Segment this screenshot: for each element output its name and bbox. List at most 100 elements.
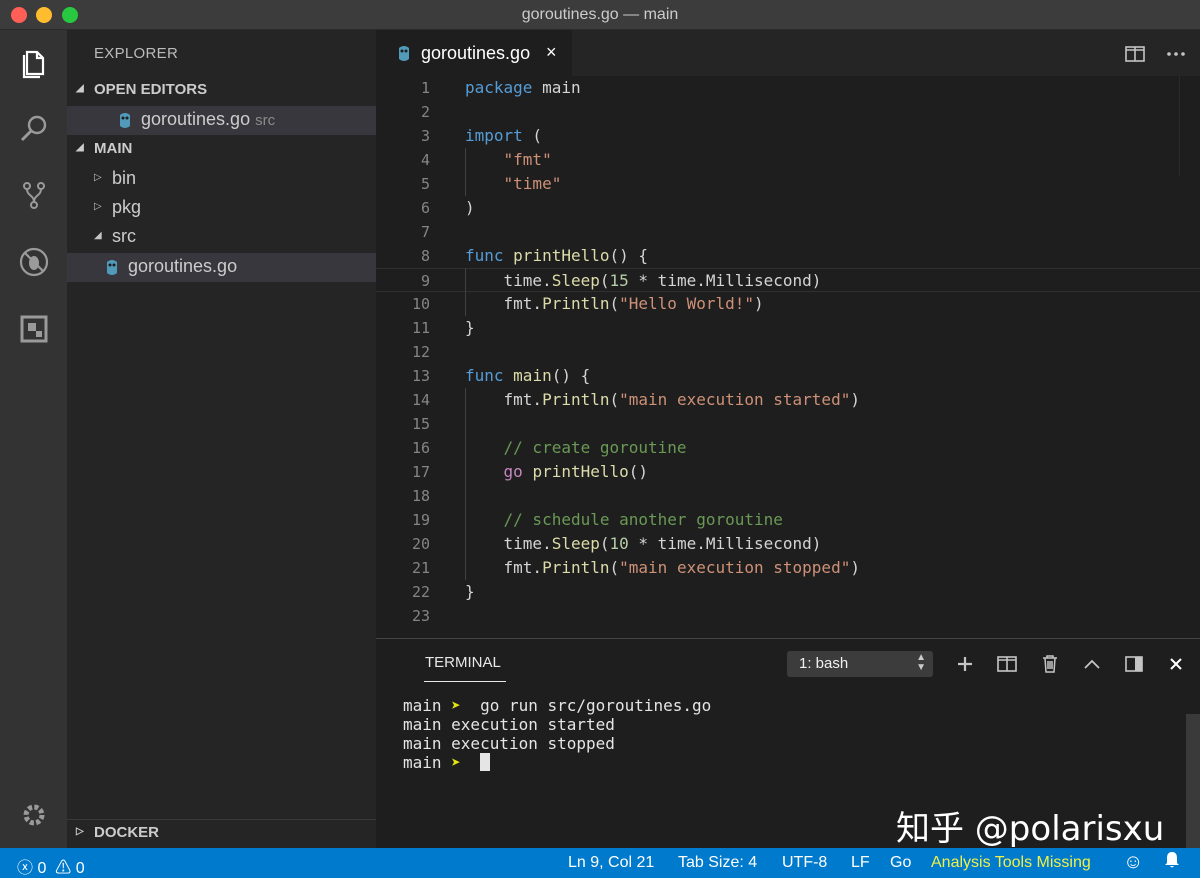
open-editor-folder: src <box>255 112 276 129</box>
tab-goroutines[interactable]: goroutines.go × <box>376 30 572 76</box>
code-line[interactable]: 17 go printHello() <box>376 460 1200 484</box>
code-line[interactable]: 14 fmt.Println("main execution started") <box>376 388 1200 412</box>
error-icon: ⓧ <box>17 860 34 877</box>
debug-icon[interactable] <box>14 242 54 282</box>
terminal-select-value: 1: bash <box>799 655 849 672</box>
code-editor[interactable]: 1 package main 2 3 import (4 "fmt" 5 "time" 6)… <box>376 76 1200 638</box>
tab-size[interactable]: Tab Size: 4 <box>678 854 757 872</box>
tree-item-label: pkg <box>112 197 142 217</box>
code-text: import ( <box>465 126 543 145</box>
files-icon[interactable] <box>14 43 54 83</box>
code-line[interactable]: 11} <box>376 316 1200 340</box>
tree-item-bin[interactable]: ▷ bin <box>67 165 376 194</box>
explorer-sidebar: EXPLORER ◢ OPEN EDITORS goroutines.go src… <box>67 30 376 848</box>
analysis-tools-warning[interactable]: Analysis Tools Missing <box>931 854 1091 872</box>
tree-item-goroutines[interactable]: goroutines.go <box>67 253 376 282</box>
code-line[interactable]: 4 "fmt" <box>376 148 1200 172</box>
notifications-bell-icon[interactable] <box>1162 850 1182 875</box>
code-line[interactable]: 23 <box>376 604 1200 628</box>
code-line[interactable]: 12 <box>376 340 1200 364</box>
close-icon[interactable]: × <box>546 42 557 63</box>
cursor-position[interactable]: Ln 9, Col 21 <box>568 854 654 872</box>
code-line[interactable]: 20 time.Sleep(10 * time.Millisecond) <box>376 532 1200 556</box>
code-text: } <box>465 582 475 601</box>
sidebar-title: EXPLORER <box>94 45 179 62</box>
trash-icon[interactable] <box>1039 653 1061 675</box>
code-line[interactable]: 6) <box>376 196 1200 220</box>
code-line[interactable]: 22} <box>376 580 1200 604</box>
source-control-icon[interactable] <box>14 175 54 215</box>
code-line[interactable]: 1 package main <box>376 76 1200 100</box>
main-folder-label: MAIN <box>94 140 133 157</box>
docker-header[interactable]: ▷ DOCKER <box>67 820 376 848</box>
active-tab-indicator <box>424 681 506 682</box>
code-line[interactable]: 3 import ( <box>376 124 1200 148</box>
code-line[interactable]: 10 fmt.Println("Hello World!") <box>376 292 1200 316</box>
tree-item-label: src <box>112 226 136 246</box>
terminal-panel: TERMINAL 1: bash ▲ ▼ main ➤ go run src/go… <box>376 638 1200 849</box>
line-number: 14 <box>411 391 430 409</box>
terminal-select[interactable]: 1: bash ▲ ▼ <box>787 651 933 677</box>
tree-item-src[interactable]: ◢ src <box>67 223 376 252</box>
go-file-icon <box>107 260 117 275</box>
more-actions-icon[interactable] <box>1165 43 1187 65</box>
select-caret-icon: ▲ ▼ <box>916 652 926 673</box>
open-editor-item[interactable]: goroutines.go src <box>67 106 376 135</box>
code-text: ) <box>465 198 475 217</box>
encoding[interactable]: UTF-8 <box>782 854 827 872</box>
code-line[interactable]: 2 <box>376 100 1200 124</box>
tab-terminal[interactable]: TERMINAL <box>425 654 501 671</box>
code-text: fmt.Println("main execution started") <box>465 390 860 409</box>
line-number: 16 <box>411 439 430 457</box>
tree-item-pkg[interactable]: ▷ pkg <box>67 194 376 223</box>
code-text: } <box>465 318 475 337</box>
maximize-panel-icon[interactable] <box>1081 653 1103 675</box>
line-number: 11 <box>411 319 430 337</box>
gear-icon[interactable] <box>14 795 54 835</box>
warning-icon: ⚠ <box>55 860 72 877</box>
new-terminal-icon[interactable] <box>954 653 976 675</box>
code-line[interactable]: 8 func printHello() { <box>376 244 1200 268</box>
open-editors-header[interactable]: ◢ OPEN EDITORS <box>67 77 376 105</box>
terminal-scrollbar[interactable] <box>1186 714 1200 849</box>
extensions-icon[interactable] <box>14 309 54 349</box>
language-mode[interactable]: Go <box>890 854 911 872</box>
code-text: fmt.Println("main execution stopped") <box>465 558 860 577</box>
code-line[interactable]: 15 <box>376 412 1200 436</box>
line-number: 17 <box>411 463 430 481</box>
search-icon[interactable] <box>14 109 54 149</box>
editor-tab-bar: goroutines.go × <box>376 30 1200 76</box>
code-line[interactable]: 13 func main() { <box>376 364 1200 388</box>
open-editors-label: OPEN EDITORS <box>94 81 208 98</box>
line-number: 10 <box>411 295 430 313</box>
code-line[interactable]: 7 <box>376 220 1200 244</box>
split-editor-icon[interactable] <box>1124 43 1146 65</box>
line-number: 12 <box>411 343 430 361</box>
code-line[interactable]: 5 "time" <box>376 172 1200 196</box>
terminal-output[interactable]: main ➤ go run src/goroutines.go main exec… <box>403 696 711 772</box>
code-line[interactable]: 16 // create goroutine <box>376 436 1200 460</box>
line-number: 9 <box>420 272 430 290</box>
line-number: 3 <box>420 127 430 145</box>
split-terminal-icon[interactable] <box>996 653 1018 675</box>
tab-label: goroutines.go <box>421 43 531 63</box>
code-line[interactable]: 18 <box>376 484 1200 508</box>
code-line[interactable]: 21 fmt.Println("main execution stopped") <box>376 556 1200 580</box>
go-file-icon <box>120 113 130 128</box>
code-line[interactable]: 19 // schedule another goroutine <box>376 508 1200 532</box>
chevron-right-icon: ▷ <box>76 826 84 837</box>
line-number: 18 <box>411 487 430 505</box>
line-number: 5 <box>420 175 430 193</box>
chevron-down-icon: ◢ <box>76 83 84 94</box>
toggle-panel-position-icon[interactable] <box>1123 653 1145 675</box>
end-of-line[interactable]: LF <box>851 854 870 872</box>
activity-bar <box>0 30 67 848</box>
close-panel-icon[interactable] <box>1165 653 1187 675</box>
feedback-smiley-icon[interactable]: ☺ <box>1123 851 1143 874</box>
code-text: "fmt" <box>503 150 552 169</box>
main-folder-header[interactable]: ◢ MAIN <box>67 136 376 164</box>
code-text: fmt.Println("Hello World!") <box>465 294 764 313</box>
line-number: 2 <box>420 103 430 121</box>
code-line[interactable]: 9 time.Sleep(15 * time.Millisecond) <box>376 268 1200 292</box>
problems-status[interactable]: ⓧ 0 ⚠ 0 <box>17 854 85 878</box>
